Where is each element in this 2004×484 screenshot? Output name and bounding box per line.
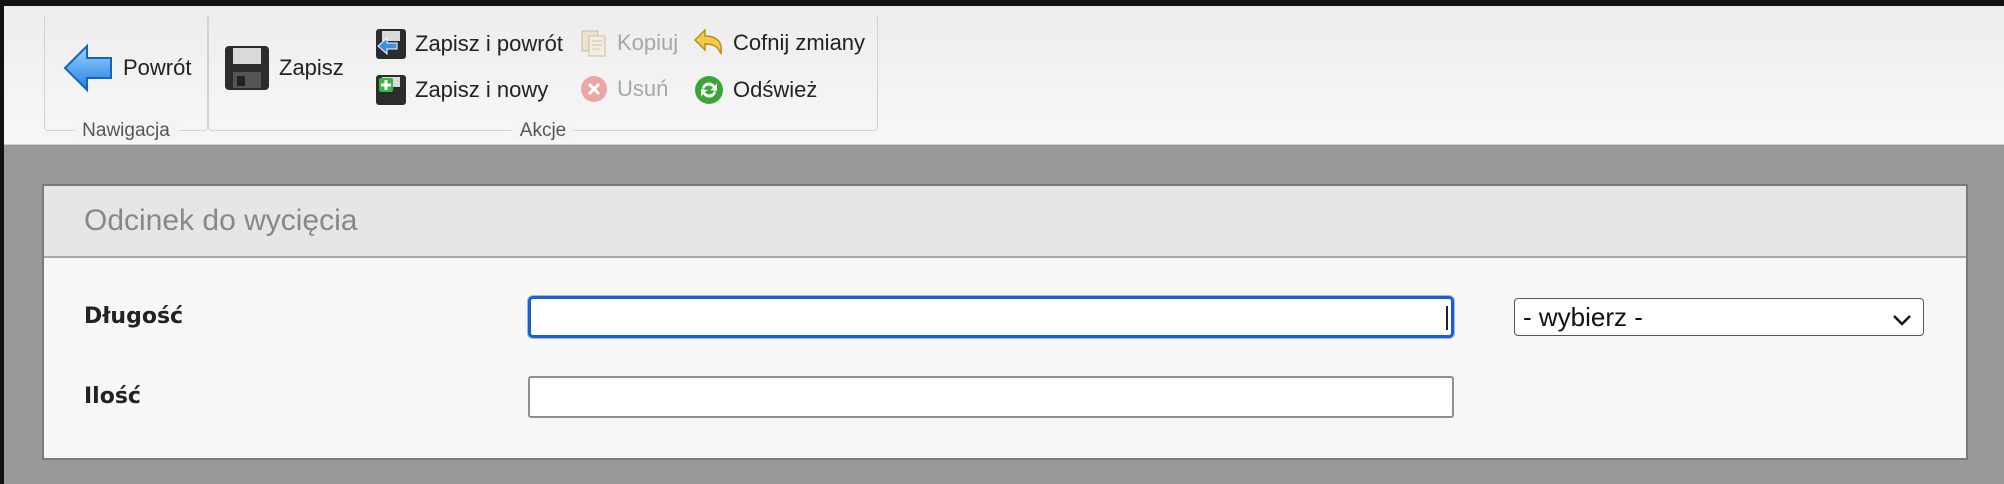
panel-title: Odcinek do wycięcia — [84, 204, 358, 237]
copy-icon — [579, 28, 609, 58]
back-label: Powrót — [123, 55, 192, 80]
quantity-input[interactable] — [528, 376, 1454, 418]
floppy-plus-icon — [375, 74, 407, 106]
save-and-back-button[interactable]: Zapisz i powrót — [375, 28, 563, 60]
save-button[interactable]: Zapisz — [223, 44, 344, 92]
form-panel: Odcinek do wycięcia Długość - wybierz - … — [42, 184, 1968, 460]
undo-changes-button[interactable]: Cofnij zmiany — [693, 28, 865, 58]
unit-select[interactable]: - wybierz - — [1514, 298, 1924, 336]
save-and-new-button[interactable]: Zapisz i nowy — [375, 74, 548, 106]
refresh-label: Odśwież — [733, 77, 818, 102]
quantity-label: Ilość — [84, 384, 141, 409]
arrow-left-icon — [63, 42, 115, 94]
save-and-back-label: Zapisz i powrót — [415, 31, 563, 56]
back-button[interactable]: Powrót — [63, 42, 191, 94]
group-label-navigation: Nawigacja — [74, 120, 178, 142]
save-label: Zapisz — [279, 55, 344, 80]
group-label-actions: Akcje — [511, 120, 575, 142]
text-caret — [1446, 306, 1448, 330]
panel-header: Odcinek do wycięcia — [44, 186, 1966, 258]
ribbon-toolbar: Powrót Nawigacja Zapisz Zapisz i powrót … — [4, 6, 2004, 145]
refresh-button[interactable]: Odśwież — [693, 74, 817, 106]
undo-changes-label: Cofnij zmiany — [733, 30, 866, 55]
chevron-down-icon — [1891, 307, 1913, 338]
ribbon-group-navigation: Powrót Nawigacja — [44, 16, 208, 142]
floppy-arrow-icon — [375, 28, 407, 60]
ribbon-group-actions: Zapisz Zapisz i powrót Zapisz i nowy Kop… — [208, 16, 878, 142]
delete-label: Usuń — [617, 76, 669, 101]
save-and-new-label: Zapisz i nowy — [415, 77, 549, 102]
unit-select-value: - wybierz - — [1523, 301, 1643, 332]
delete-icon — [579, 74, 609, 104]
length-input[interactable] — [528, 296, 1454, 338]
delete-button[interactable]: Usuń — [579, 74, 668, 104]
copy-button[interactable]: Kopiuj — [579, 28, 678, 58]
floppy-disk-icon — [223, 44, 271, 92]
copy-label: Kopiuj — [617, 30, 679, 55]
undo-icon — [693, 28, 725, 58]
refresh-icon — [693, 74, 725, 106]
length-label: Długość — [84, 304, 184, 329]
